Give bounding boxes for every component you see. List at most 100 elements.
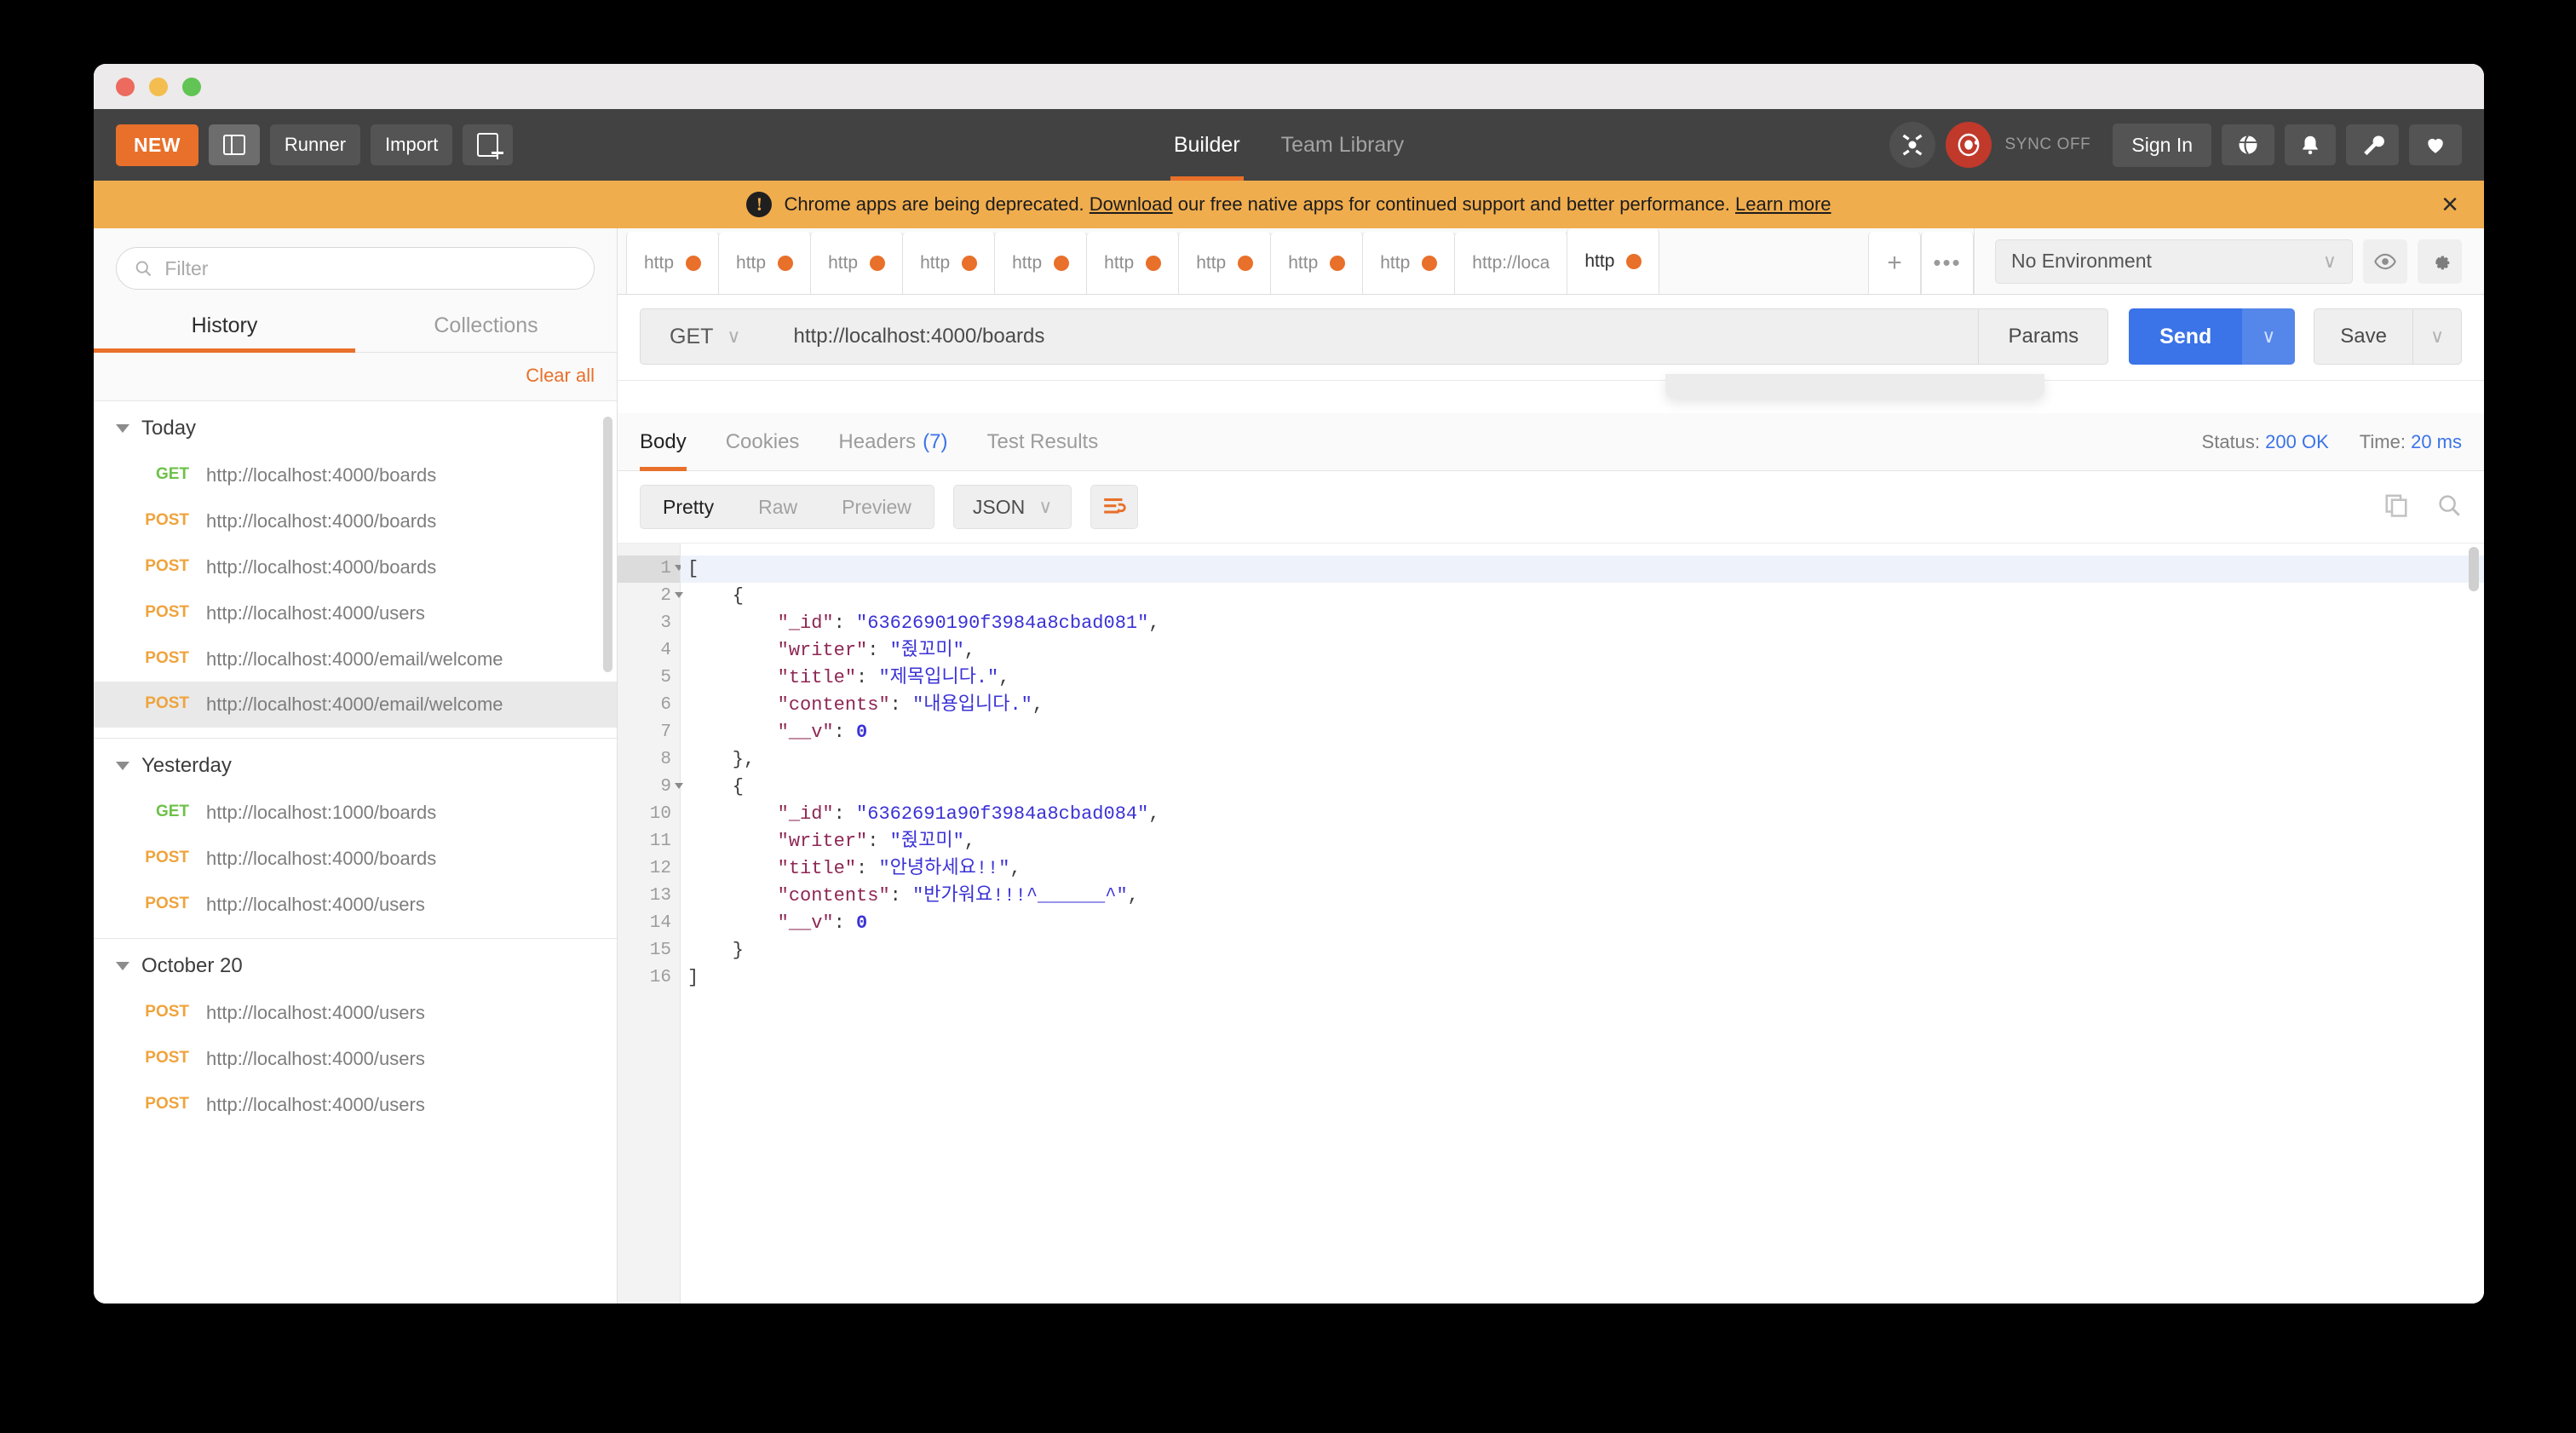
request-tab[interactable]: http <box>1270 232 1364 294</box>
close-window-button[interactable] <box>116 77 135 96</box>
history-item-method: POST <box>145 556 189 575</box>
clear-all-button[interactable]: Clear all <box>526 365 595 387</box>
response-scrollbar[interactable] <box>2469 547 2479 591</box>
history-item[interactable]: POST http://localhost:4000/users <box>94 590 617 636</box>
history-item[interactable]: GET http://localhost:1000/boards <box>94 790 617 836</box>
sidebar-tab-history[interactable]: History <box>94 302 355 353</box>
minimize-window-button[interactable] <box>149 77 168 96</box>
copy-response-button[interactable] <box>2383 492 2409 522</box>
history-item[interactable]: POST http://localhost:4000/boards <box>94 836 617 882</box>
word-wrap-toggle-button[interactable] <box>1090 485 1139 529</box>
response-tab-cookies[interactable]: Cookies <box>726 413 800 470</box>
request-tab[interactable]: http <box>1086 232 1180 294</box>
format-preview-button[interactable]: Preview <box>819 486 934 528</box>
request-tab[interactable]: http <box>626 232 720 294</box>
environment-settings-button[interactable] <box>2418 239 2462 284</box>
history-item-method: POST <box>145 510 189 529</box>
maximize-window-button[interactable] <box>182 77 201 96</box>
line-number: 12 <box>649 859 671 878</box>
history-item[interactable]: POST http://localhost:4000/users <box>94 1082 617 1128</box>
sign-in-button[interactable]: Sign In <box>2113 123 2211 167</box>
request-url-input[interactable] <box>769 308 1979 365</box>
collapsed-panel-shadow <box>1665 374 2044 398</box>
settings-wrench-button[interactable] <box>2346 124 2399 165</box>
history-group-title: Today <box>141 417 197 440</box>
history-group-title: October 20 <box>141 954 243 978</box>
banner-download-link[interactable]: Download <box>1090 193 1173 215</box>
banner-close-button[interactable]: × <box>2441 190 2458 219</box>
response-tab-headers[interactable]: Headers (7) <box>838 413 947 470</box>
response-tab-body[interactable]: Body <box>640 413 687 471</box>
runner-button[interactable]: Runner <box>269 124 361 165</box>
history-item[interactable]: POST http://localhost:4000/email/welcome <box>94 636 617 682</box>
history-item[interactable]: POST http://localhost:4000/users <box>94 1036 617 1082</box>
request-tab[interactable]: http <box>1178 232 1272 294</box>
gear-icon <box>2435 256 2450 269</box>
environment-select[interactable]: No Environment ∨ <box>1995 239 2353 284</box>
sidebar-scrollbar[interactable] <box>603 417 612 672</box>
response-tab-cookies-label: Cookies <box>725 429 800 453</box>
response-tab-test-results[interactable]: Test Results <box>986 413 1098 470</box>
toggle-sidebar-button[interactable] <box>208 124 260 165</box>
history-list[interactable]: Today GET http://localhost:4000/boards POST… <box>94 401 617 1304</box>
send-button[interactable]: Send <box>2129 308 2243 365</box>
history-item[interactable]: POST http://localhost:4000/email/welcome <box>94 682 617 728</box>
save-options-button[interactable]: ∨ <box>2412 308 2462 365</box>
history-item[interactable]: POST http://localhost:4000/boards <box>94 498 617 544</box>
response-language-select[interactable]: JSON ∨ <box>952 485 1072 529</box>
send-button-group: Send ∨ <box>2129 308 2296 365</box>
history-group-header[interactable]: Today <box>94 401 617 452</box>
interceptor-button[interactable] <box>1889 122 1935 168</box>
request-tab[interactable]: http <box>902 232 996 294</box>
history-group-header[interactable]: October 20 <box>94 939 617 990</box>
response-body-viewer[interactable]: 1 2 3 4 5 6 7 8 9 10 11 12 13 14 15 16 [ { "_id": "6362… <box>618 544 2484 1304</box>
request-tab[interactable]: http <box>994 232 1088 294</box>
filter-input[interactable] <box>164 256 577 280</box>
filter-box[interactable] <box>116 247 595 290</box>
send-options-button[interactable]: ∨ <box>2242 308 2296 365</box>
request-tab[interactable]: http <box>718 232 812 294</box>
request-tab[interactable]: http <box>1362 232 1456 294</box>
params-button[interactable]: Params <box>1978 308 2109 365</box>
save-button[interactable]: Save <box>2314 308 2412 365</box>
status-label: Status: <box>2201 430 2261 452</box>
response-code[interactable]: [ { "_id": "6362690190f3984a8cbad081", "… <box>681 544 2484 1304</box>
tab-team-library[interactable]: Team Library <box>1278 109 1408 181</box>
notifications-button[interactable] <box>2285 124 2336 165</box>
search-response-button[interactable] <box>2436 492 2462 522</box>
history-item-method: POST <box>145 849 189 867</box>
add-request-tab-button[interactable]: + <box>1868 232 1921 294</box>
sidebar-tabs: History Collections <box>94 302 617 353</box>
line-number: 7 <box>660 722 671 742</box>
sync-status-button[interactable] <box>1945 122 1992 168</box>
header-left-actions: NEW Runner Import <box>116 124 514 166</box>
new-tab-button[interactable] <box>463 124 514 165</box>
request-tab[interactable]: http://loca <box>1454 232 1568 294</box>
sidebar: History Collections Clear all Today GET ht… <box>94 228 618 1304</box>
history-item[interactable]: GET http://localhost:4000/boards <box>94 452 617 498</box>
new-button[interactable]: NEW <box>116 124 198 166</box>
history-item[interactable]: POST http://localhost:4000/boards <box>94 544 617 590</box>
request-tab-label: http <box>736 252 767 273</box>
globe-button[interactable] <box>2222 124 2274 165</box>
import-button[interactable]: Import <box>371 124 453 165</box>
history-item[interactable]: POST http://localhost:4000/users <box>94 882 617 928</box>
line-number-gutter: 1 2 3 4 5 6 7 8 9 10 11 12 13 14 15 16 <box>618 544 683 1304</box>
sidebar-tab-collections[interactable]: Collections <box>355 302 617 352</box>
favorites-button[interactable] <box>2409 124 2462 165</box>
history-group-header[interactable]: Yesterday <box>94 739 617 790</box>
environment-quick-look-button[interactable] <box>2363 239 2407 284</box>
history-item-method: POST <box>145 895 189 913</box>
request-tabs-more-button[interactable]: ••• <box>1921 232 1974 294</box>
chevron-down-icon: ∨ <box>1038 496 1053 517</box>
format-raw-button[interactable]: Raw <box>736 486 819 528</box>
banner-text-middle: our free native apps for continued suppo… <box>1172 193 1736 215</box>
history-item[interactable]: POST http://localhost:4000/users <box>94 990 617 1036</box>
http-method-select[interactable]: GET ∨ <box>640 308 770 365</box>
banner-learn-more-link[interactable]: Learn more <box>1735 193 1831 215</box>
request-tab[interactable]: http <box>1567 228 1660 294</box>
tab-builder[interactable]: Builder <box>1170 109 1244 181</box>
search-icon <box>2439 494 2460 516</box>
format-pretty-button[interactable]: Pretty <box>641 486 736 528</box>
request-tab[interactable]: http <box>810 232 904 294</box>
